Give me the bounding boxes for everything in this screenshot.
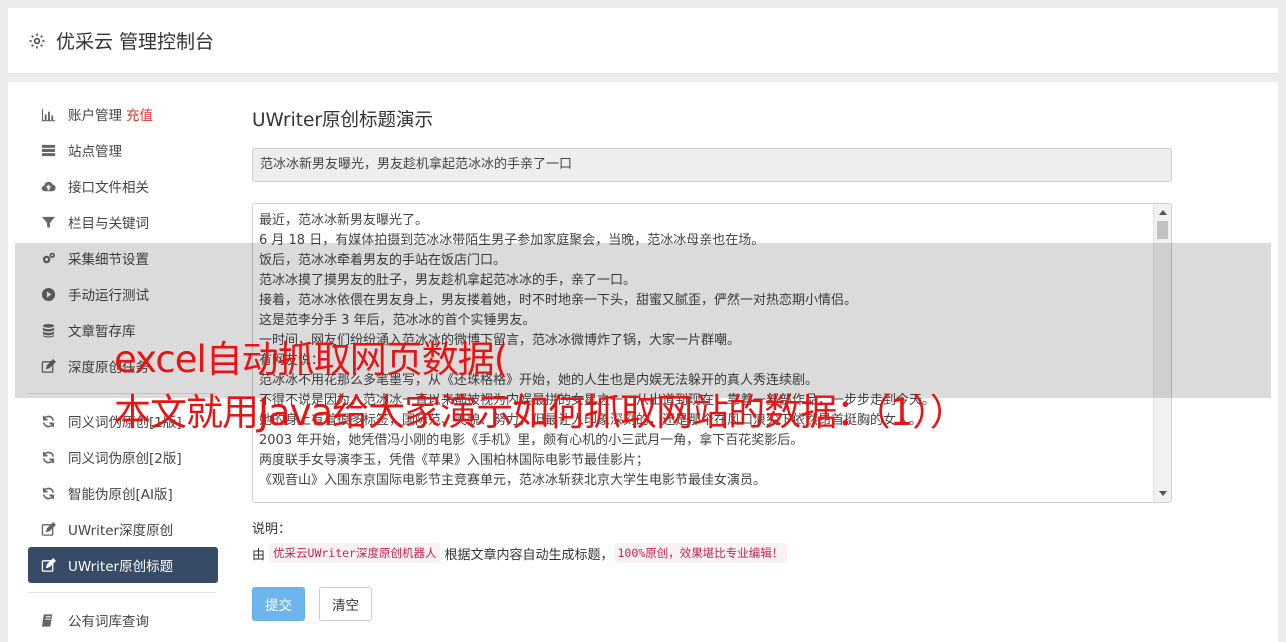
top-bar: 优采云 管理控制台: [8, 8, 1278, 74]
sidebar-item-label: 站点管理: [68, 144, 122, 160]
console-title: 优采云 管理控制台: [56, 31, 215, 53]
content-line: 最近，范冰冰新男友曝光了。: [259, 213, 429, 228]
sidebar-item-uwriter-title[interactable]: UWriter原创标题: [28, 547, 218, 583]
filter-icon: [38, 215, 58, 230]
recharge-link[interactable]: 充值: [126, 104, 153, 124]
uwriter-robot-code: 优采云UWriter深度原创机器人: [269, 543, 441, 563]
sidebar-item-label: 接口文件相关: [68, 180, 149, 196]
refresh-icon: [38, 414, 58, 429]
sidebar-item-label: UWriter原创标题: [68, 559, 174, 575]
note-description: 由 优采云UWriter深度原创机器人 根据文章内容自动生成标题， 100%原创…: [252, 543, 1172, 563]
sidebar-item-ai-pseudo-original[interactable]: 智能伪原创[AI版]: [28, 475, 218, 511]
content-line: 两度联手女导演李玉，凭借《苹果》入围柏林国际电影节最佳影片；: [259, 453, 650, 468]
sidebar-item-account[interactable]: 账户管理 充值: [28, 96, 218, 132]
sidebar-item-label: 栏目与关键词: [68, 216, 149, 232]
refresh-icon: [38, 450, 58, 465]
note-prefix: 由: [252, 547, 266, 563]
note-label: 说明：: [252, 522, 292, 537]
scroll-up-arrow-icon[interactable]: [1159, 210, 1167, 215]
sidebar-item-label: UWriter深度原创: [68, 523, 174, 539]
server-icon: [38, 143, 58, 158]
clear-button[interactable]: 清空: [319, 587, 372, 621]
content-line: 《观音山》入围东京国际电影节主竞赛单元，范冰冰斩获北京大学生电影节最佳女演员。: [259, 473, 767, 488]
scroll-thumb[interactable]: [1157, 221, 1168, 239]
sidebar-divider: [28, 592, 216, 593]
cloud-upload-icon: [38, 179, 58, 194]
note-middle: 根据文章内容自动生成标题，: [444, 547, 614, 563]
action-buttons: 提交 清空: [252, 587, 1172, 621]
sidebar-item-interface-files[interactable]: 接口文件相关: [28, 168, 218, 204]
bar-chart-icon: [38, 107, 58, 122]
sidebar-item-label: 智能伪原创[AI版]: [68, 487, 173, 503]
page-title: UWriter原创标题演示: [252, 110, 433, 131]
sidebar-item-label: 公有词库查询: [68, 614, 149, 630]
scroll-down-arrow-icon[interactable]: [1159, 491, 1167, 496]
sidebar-item-columns-keywords[interactable]: 栏目与关键词: [28, 204, 218, 240]
sidebar-item-label: 账户管理: [68, 108, 122, 124]
gear-icon: [29, 33, 45, 48]
edit-icon: [38, 557, 58, 573]
overlay-headline-line2: 本文就用Java给大家演示如何抓取网站的数据：（1））: [114, 391, 967, 434]
book-icon: [38, 613, 58, 628]
sidebar-item-label: 同义词伪原创[2版]: [68, 451, 182, 467]
refresh-icon: [38, 486, 58, 501]
generated-title-field[interactable]: 范冰冰新男友曝光，男友趁机拿起范冰冰的手亲了一口: [252, 148, 1172, 182]
edit-icon: [38, 521, 58, 537]
sidebar-item-sites[interactable]: 站点管理: [28, 132, 218, 168]
sidebar-item-synonym-v2[interactable]: 同义词伪原创[2版]: [28, 439, 218, 475]
sidebar-item-public-lexicon[interactable]: 公有词库查询: [28, 602, 218, 638]
sidebar-item-uwriter-deep[interactable]: UWriter深度原创: [28, 511, 218, 547]
original-quality-code: 100%原创，效果堪比专业编辑！: [613, 543, 788, 563]
submit-button[interactable]: 提交: [252, 587, 305, 621]
overlay-headline-line1: excel自动抓取网页数据(: [114, 338, 508, 381]
